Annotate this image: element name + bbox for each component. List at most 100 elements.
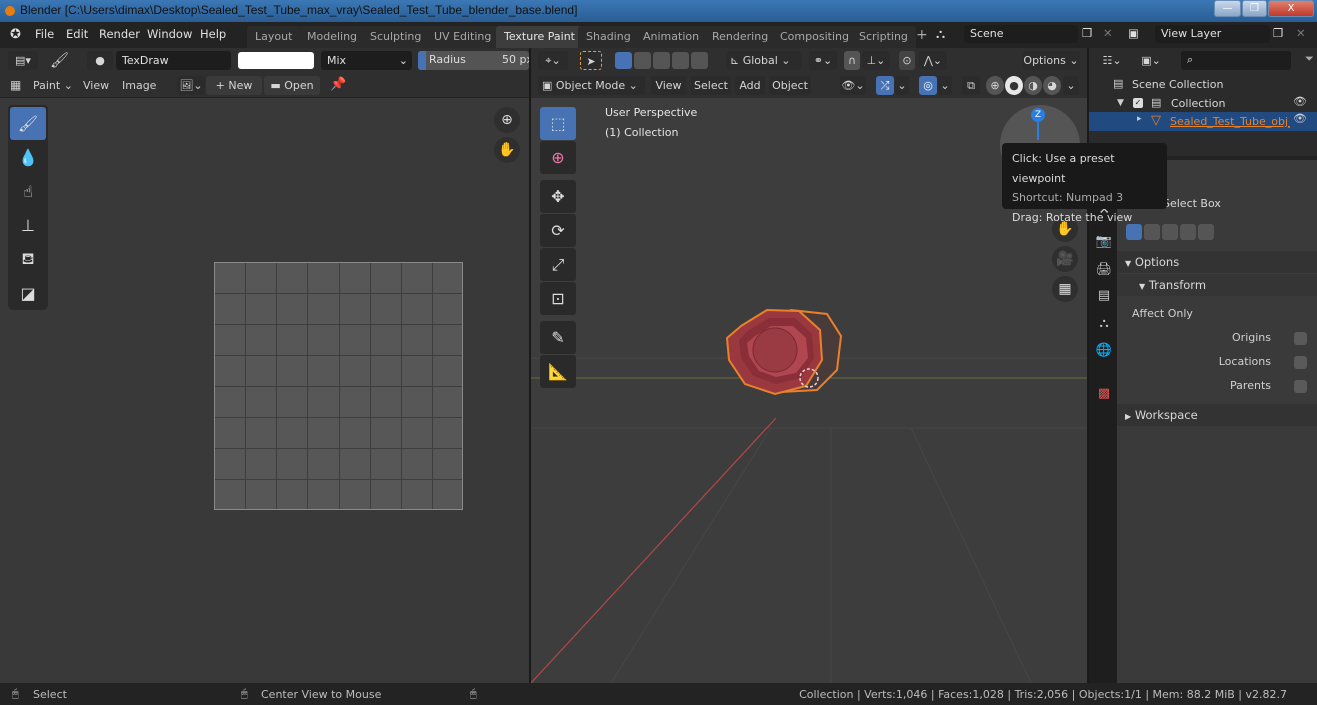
- paint-mode-dropdown[interactable]: Paint ⌄: [33, 79, 73, 92]
- shading-rendered[interactable]: ◕: [1043, 76, 1061, 95]
- output-tab[interactable]: 🖨: [1093, 258, 1115, 280]
- uv-grid-canvas[interactable]: [214, 262, 463, 510]
- select-intersect-button[interactable]: [1198, 224, 1214, 240]
- delete-scene-icon[interactable]: ✕: [1103, 26, 1113, 40]
- tool-select-box[interactable]: ⬚: [540, 107, 576, 140]
- tab-shading[interactable]: Shading: [578, 26, 639, 48]
- eye-icon[interactable]: 👁: [1293, 112, 1307, 125]
- snap-target-dropdown[interactable]: ⊥⌄: [862, 51, 890, 70]
- tab-compositing[interactable]: Compositing: [772, 26, 857, 48]
- display-mode-dropdown[interactable]: ▣⌄: [1136, 51, 1166, 70]
- world-tab[interactable]: 🌐: [1093, 339, 1115, 361]
- tab-animation[interactable]: Animation: [635, 26, 708, 48]
- editor-type-button[interactable]: ⌖⌄: [538, 51, 568, 70]
- render-tab[interactable]: 📷: [1093, 230, 1115, 252]
- collection-label[interactable]: Collection: [1171, 97, 1225, 110]
- menu-image[interactable]: Image: [122, 79, 156, 92]
- tool-smear[interactable]: ☝: [10, 175, 46, 208]
- brush-color-swatch[interactable]: [238, 52, 314, 69]
- gizmo-z-axis[interactable]: Z: [1031, 108, 1045, 122]
- menu-file[interactable]: File: [35, 27, 54, 41]
- visibility-dropdown[interactable]: 👁⌄: [840, 76, 866, 95]
- snap-toggle[interactable]: ∩: [844, 51, 860, 70]
- pan-view-button[interactable]: ✋: [494, 137, 520, 163]
- overlay-dropdown[interactable]: ⌄: [938, 76, 952, 95]
- tool-draw-brush[interactable]: 🖌: [10, 107, 46, 140]
- tool-annotate[interactable]: ✎: [540, 321, 576, 354]
- tab-rendering[interactable]: Rendering: [704, 26, 777, 48]
- menu-render[interactable]: Render: [99, 27, 140, 41]
- menu-view[interactable]: View: [83, 79, 109, 92]
- select-tool-icon[interactable]: ➤: [580, 51, 602, 70]
- radius-slider[interactable]: Radius 50 px: [418, 51, 529, 70]
- proportional-edit-toggle[interactable]: ⊙: [899, 51, 915, 70]
- open-image-button[interactable]: ▬ Open: [264, 76, 320, 95]
- transform-orientation-dropdown[interactable]: ⊾ Global ⌄: [726, 51, 802, 70]
- view-layer-tab[interactable]: ▤: [1093, 284, 1115, 306]
- menu-object[interactable]: Object: [769, 76, 811, 95]
- close-button[interactable]: X: [1268, 0, 1314, 17]
- select-subtract-button[interactable]: [1162, 224, 1178, 240]
- view-layer-field[interactable]: View Layer: [1155, 25, 1270, 43]
- scene-selector-icon[interactable]: ⛬: [936, 27, 945, 42]
- transform-subpanel-header[interactable]: ▼ Transform: [1117, 274, 1317, 296]
- gizmo-toggle[interactable]: ⤮: [876, 76, 894, 95]
- tool-mask[interactable]: ◪: [10, 277, 46, 310]
- shading-material[interactable]: ◑: [1024, 76, 1042, 95]
- new-image-button[interactable]: + New: [206, 76, 262, 95]
- tab-layout[interactable]: Layout: [247, 26, 301, 48]
- mode-dropdown[interactable]: ▣ Object Mode ⌄: [538, 76, 645, 95]
- tool-soften[interactable]: 💧: [10, 141, 46, 174]
- expand-arrow-icon[interactable]: ▼: [1117, 98, 1124, 108]
- locations-checkbox[interactable]: [1294, 356, 1307, 369]
- xray-toggle[interactable]: ⧉: [962, 76, 980, 95]
- delete-view-layer-icon[interactable]: ✕: [1296, 26, 1306, 40]
- scene-name-field[interactable]: Scene: [964, 25, 1078, 43]
- tab-texture-paint[interactable]: Texture Paint: [496, 26, 583, 48]
- shading-wireframe[interactable]: ⊕: [986, 76, 1004, 95]
- tab-scripting[interactable]: Scripting: [851, 26, 916, 48]
- proportional-falloff-dropdown[interactable]: ⋀⌄: [919, 51, 947, 70]
- tool-measure[interactable]: 📐: [540, 355, 576, 388]
- selected-object-row[interactable]: ▸ ▽ Sealed_Test_Tube_obj_ba 👁: [1089, 112, 1317, 131]
- menu-edit[interactable]: Edit: [66, 27, 88, 41]
- tool-cursor[interactable]: ⊕: [540, 141, 576, 174]
- tab-sculpting[interactable]: Sculpting: [362, 26, 430, 48]
- view-layer-icon[interactable]: ▣: [1128, 26, 1139, 40]
- maximize-button[interactable]: ❐: [1242, 0, 1267, 17]
- tool-transform[interactable]: ⊡: [540, 282, 576, 315]
- origins-checkbox[interactable]: [1294, 332, 1307, 345]
- menu-window[interactable]: Window: [147, 27, 192, 41]
- pin-icon[interactable]: 📌: [330, 77, 346, 92]
- menu-help[interactable]: Help: [200, 27, 226, 41]
- camera-view-button[interactable]: 🎥: [1052, 246, 1078, 272]
- select-extend-button[interactable]: [634, 52, 651, 69]
- collection-exclude-checkbox[interactable]: ✓: [1133, 98, 1143, 108]
- menu-view[interactable]: View: [651, 76, 686, 95]
- outliner-type-button[interactable]: ☷⌄: [1097, 51, 1127, 70]
- new-view-layer-icon[interactable]: ❐: [1273, 26, 1283, 40]
- overlay-toggle[interactable]: ◎: [919, 76, 937, 95]
- tool-scale[interactable]: ⤢: [540, 248, 576, 281]
- zoom-view-button[interactable]: ⊕: [494, 107, 520, 133]
- shading-solid[interactable]: ●: [1005, 76, 1023, 95]
- tab-modeling[interactable]: Modeling: [299, 26, 366, 48]
- tool-move[interactable]: ✥: [540, 180, 576, 213]
- test-tube-object[interactable]: [725, 308, 843, 396]
- options-panel-header[interactable]: ▼ Options: [1117, 251, 1317, 273]
- new-scene-icon[interactable]: ❐: [1082, 26, 1092, 40]
- tab-uv-editing[interactable]: UV Editing: [426, 26, 500, 48]
- scene-collection-label[interactable]: Scene Collection: [1132, 78, 1223, 91]
- select-invert-button[interactable]: [672, 52, 689, 69]
- pivot-point-dropdown[interactable]: ⚭⌄: [809, 51, 837, 70]
- scene-tab[interactable]: ⛬: [1093, 312, 1115, 334]
- select-invert-button[interactable]: [1180, 224, 1196, 240]
- select-intersect-button[interactable]: [691, 52, 708, 69]
- gizmo-dropdown[interactable]: ⌄: [895, 76, 909, 95]
- texture-tab[interactable]: ▩: [1093, 382, 1115, 404]
- blender-menu-icon[interactable]: ✪: [10, 27, 21, 42]
- filter-icon[interactable]: ⏷: [1305, 52, 1314, 66]
- select-new-button[interactable]: [615, 52, 632, 69]
- outliner-search-input[interactable]: ⌕: [1181, 51, 1291, 70]
- ortho-toggle-button[interactable]: ▦: [1052, 276, 1078, 302]
